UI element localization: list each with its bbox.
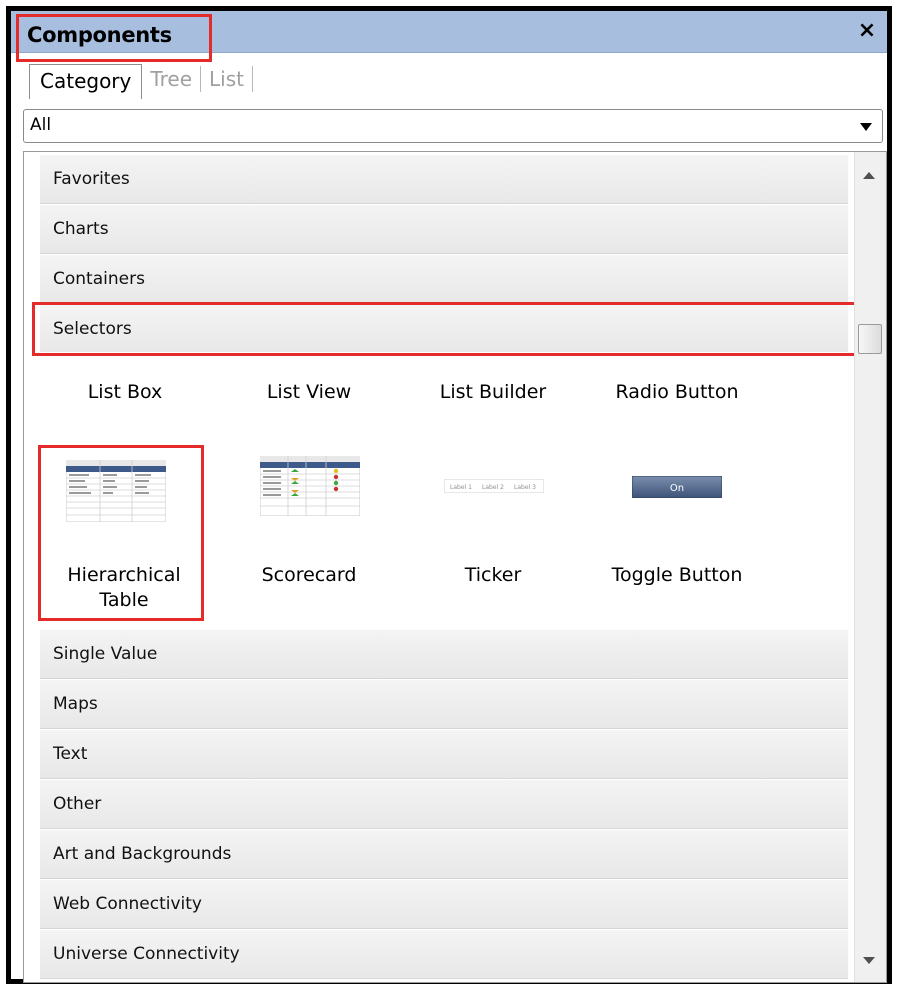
- component-list-view[interactable]: List View: [224, 380, 394, 405]
- tab-divider: [252, 66, 253, 92]
- tab-tree[interactable]: Tree: [142, 63, 200, 95]
- scorecard-thumbnail[interactable]: [260, 456, 360, 516]
- scroll-down-icon[interactable]: [863, 957, 875, 964]
- toggle-on-label: On: [670, 483, 684, 494]
- category-other[interactable]: Other: [40, 779, 848, 829]
- ticker-thumbnail[interactable]: Label 1 Label 2 Label 3: [444, 479, 544, 493]
- component-toggle-button[interactable]: Toggle Button: [592, 563, 762, 588]
- category-universe-connectivity[interactable]: Universe Connectivity: [40, 929, 848, 979]
- category-text[interactable]: Text: [40, 729, 848, 779]
- ticker-label-3: Label 3: [514, 484, 536, 491]
- components-panel: Components × Category Tree List All Favo…: [6, 6, 892, 984]
- tab-category[interactable]: Category: [29, 63, 143, 99]
- toggle-button-thumbnail[interactable]: On: [632, 476, 722, 498]
- category-containers[interactable]: Containers: [40, 254, 848, 304]
- component-radio-button[interactable]: Radio Button: [592, 380, 762, 405]
- ticker-label-2: Label 2: [482, 484, 504, 491]
- component-list-box[interactable]: List Box: [40, 380, 210, 405]
- tab-list[interactable]: List: [201, 63, 252, 95]
- component-list: Favorites Charts Containers Selectors Li…: [23, 151, 887, 983]
- category-list-bottom: Single Value Maps Text Other Art and Bac…: [40, 629, 848, 979]
- scroll-up-icon[interactable]: [863, 172, 875, 179]
- chevron-down-icon[interactable]: [860, 123, 872, 131]
- category-favorites[interactable]: Favorites: [40, 154, 848, 204]
- view-tabs: Category Tree List: [29, 61, 253, 99]
- category-filter-select[interactable]: All: [23, 109, 883, 143]
- category-single-value[interactable]: Single Value: [40, 629, 848, 679]
- category-filter-value: All: [30, 115, 52, 135]
- title-highlight-box: [16, 14, 212, 62]
- scrollbar-thumb[interactable]: [858, 324, 882, 354]
- ticker-label-1: Label 1: [450, 484, 472, 491]
- category-maps[interactable]: Maps: [40, 679, 848, 729]
- close-icon[interactable]: ×: [857, 19, 877, 43]
- component-ticker[interactable]: Ticker: [408, 563, 578, 588]
- vertical-scrollbar[interactable]: [854, 152, 886, 982]
- category-web-connectivity[interactable]: Web Connectivity: [40, 879, 848, 929]
- category-art-and-backgrounds[interactable]: Art and Backgrounds: [40, 829, 848, 879]
- component-list-builder[interactable]: List Builder: [408, 380, 578, 405]
- hierarchical-table-highlight-box: [38, 445, 204, 621]
- component-scorecard[interactable]: Scorecard: [224, 563, 394, 588]
- selectors-highlight-box: [32, 302, 862, 356]
- category-charts[interactable]: Charts: [40, 204, 848, 254]
